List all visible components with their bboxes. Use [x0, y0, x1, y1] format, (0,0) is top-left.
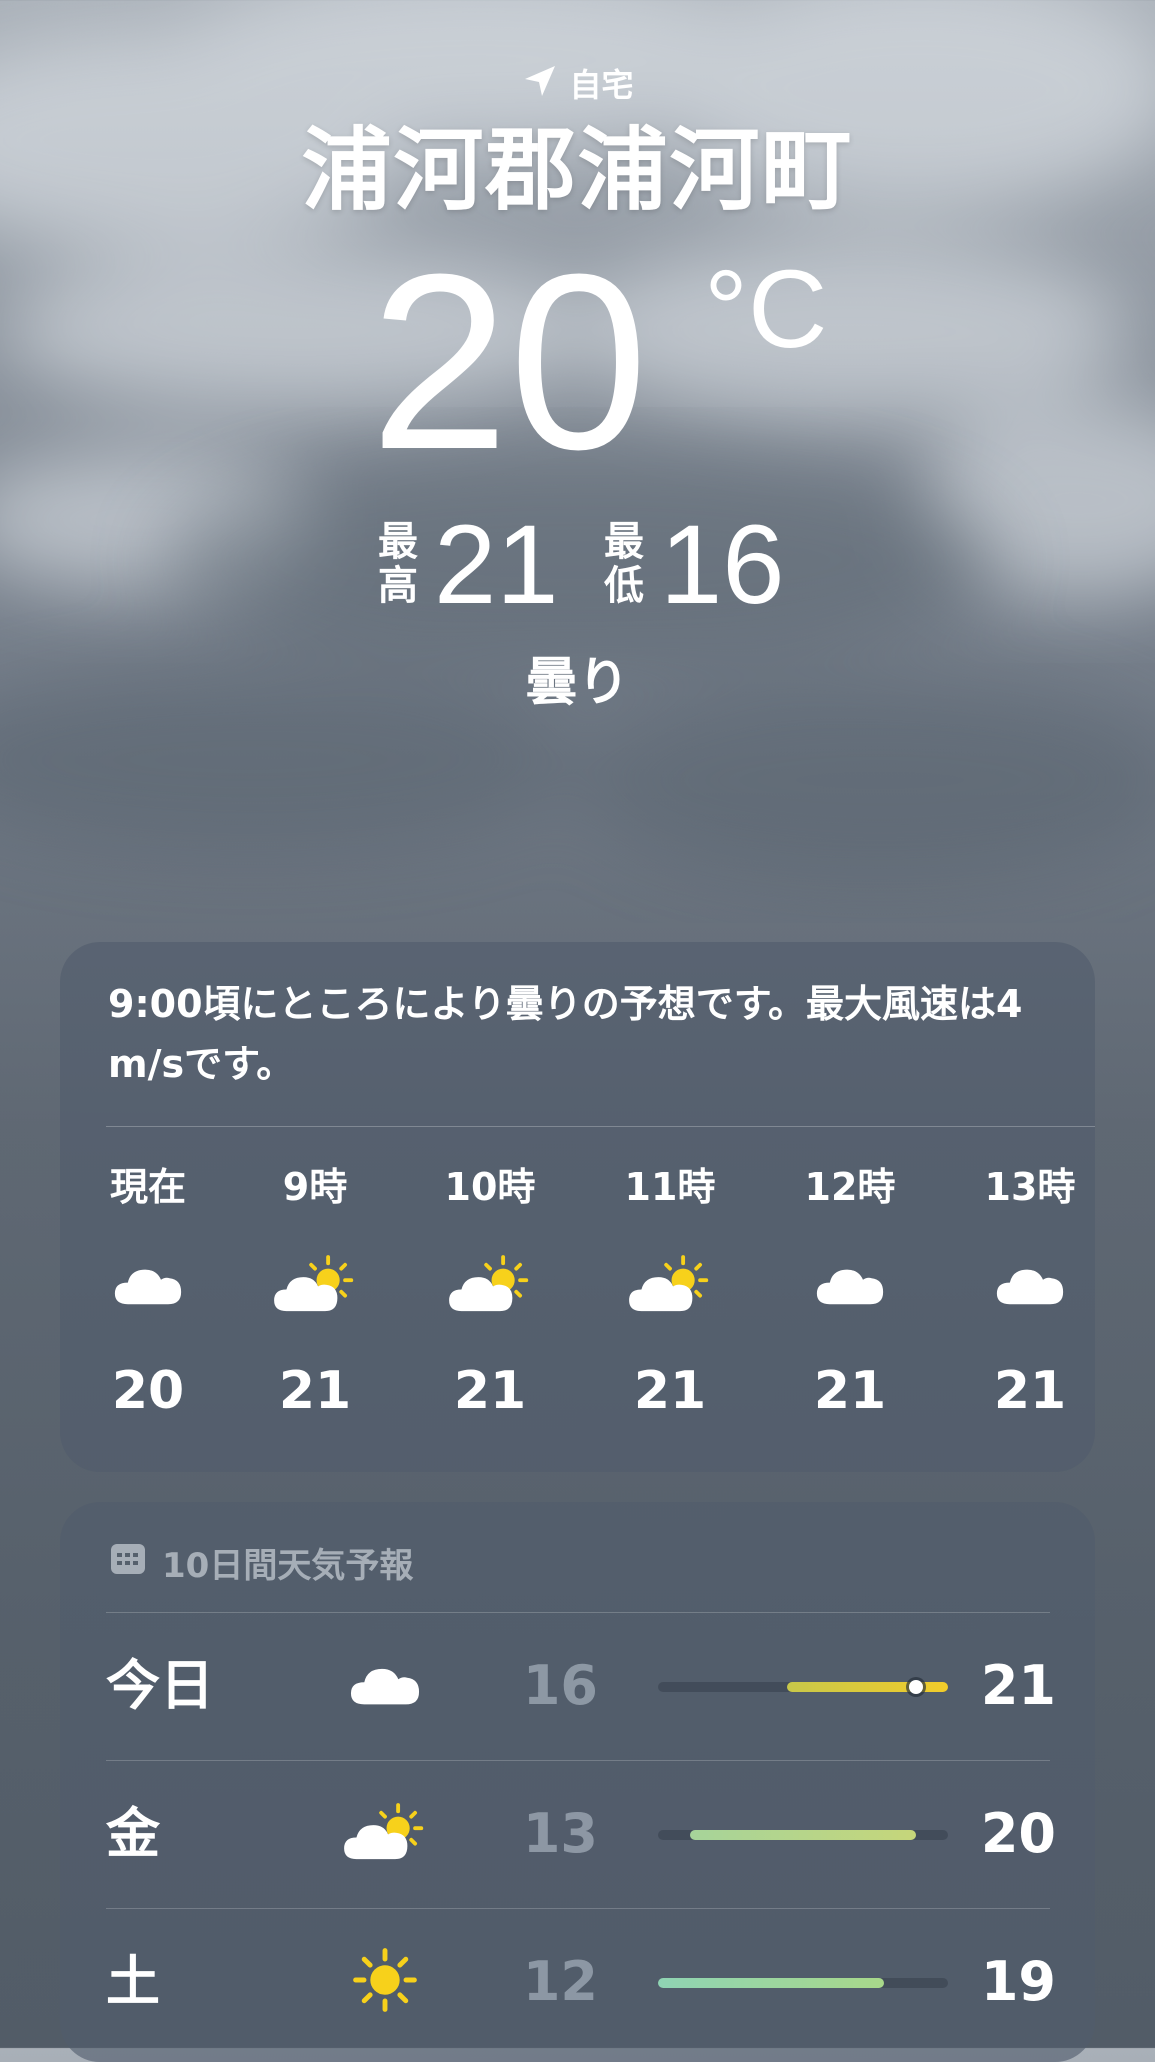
hourly-time: 9時 — [282, 1165, 348, 1209]
cloud-icon — [340, 1644, 430, 1724]
hourly-time: 11時 — [624, 1165, 716, 1209]
sun-icon — [340, 1940, 430, 2020]
forecast-row[interactable]: 土 12 19 — [106, 1908, 1056, 2056]
hourly-item: 10時 21 — [430, 1162, 550, 1426]
divider — [106, 1126, 1095, 1127]
current-temp-marker — [908, 1680, 923, 1694]
hourly-item: 11時 21 — [610, 1162, 730, 1426]
temperature-range-bar — [658, 1978, 948, 1988]
temperature-range-bar — [658, 1680, 948, 1694]
hourly-time: 12時 — [804, 1165, 896, 1209]
day-name: 今日 — [106, 1654, 214, 1717]
high-label: 最高 — [378, 519, 418, 609]
low-temperature: 16 — [660, 502, 785, 627]
low-label: 最低 — [604, 519, 644, 609]
day-name: 土 — [106, 1950, 160, 2013]
temperature-range-bar — [658, 1830, 948, 1840]
hourly-forecast-card[interactable]: 9:00頃にところにより曇りの予想です。最大風速は4 m/sです。 現在 20 9… — [60, 942, 1095, 1472]
temperature-unit: °C — [704, 248, 828, 371]
location-arrow-icon — [521, 61, 561, 105]
cloud-icon — [88, 1244, 208, 1324]
high-temperature: 21 — [434, 502, 559, 627]
hourly-summary: 9:00頃にところにより曇りの予想です。最大風速は4 m/sです。 — [108, 982, 1023, 1086]
hourly-item: 9時 21 — [255, 1162, 375, 1426]
hourly-temperature: 21 — [633, 1361, 707, 1421]
low-temperature: 16 — [522, 1654, 598, 1717]
partly-sunny-icon — [340, 1792, 430, 1872]
temperature-range-fill — [658, 1978, 884, 1988]
ten-day-title: 10日間天気予報 — [162, 1546, 414, 1586]
condition-text: 曇り — [525, 653, 630, 713]
ten-day-forecast-card[interactable]: 10日間天気予報 今日 16 21 金 13 20 土 12 19 — [60, 1502, 1095, 2062]
hourly-item: 12時 21 — [790, 1162, 910, 1426]
low-temperature: 13 — [522, 1802, 598, 1865]
hourly-item: 13時 21 — [970, 1162, 1090, 1426]
temperature-range-fill — [786, 1682, 948, 1692]
hourly-time: 10時 — [444, 1165, 536, 1209]
day-name: 金 — [106, 1802, 160, 1865]
hourly-time: 現在 — [109, 1165, 186, 1209]
high-temperature: 21 — [980, 1654, 1056, 1717]
low-temperature: 12 — [522, 1950, 598, 2013]
partly-sunny-icon — [255, 1244, 375, 1324]
current-temperature: 20 — [370, 222, 649, 501]
high-temperature: 19 — [980, 1950, 1056, 2013]
location-header: 自宅 浦河郡浦河町 — [0, 55, 1155, 231]
location-label: 自宅 — [569, 66, 634, 104]
current-temperature-block: 20 °C — [0, 232, 1155, 500]
ten-day-header: 10日間天気予報 — [108, 1538, 413, 1587]
cloud-icon — [970, 1244, 1090, 1324]
cloud-icon — [790, 1244, 910, 1324]
hourly-temperature: 21 — [278, 1361, 352, 1421]
high-temperature: 20 — [980, 1802, 1056, 1865]
hourly-time: 13時 — [984, 1165, 1076, 1209]
hourly-temperature: 21 — [813, 1361, 887, 1421]
calendar-icon — [108, 1538, 148, 1587]
hourly-item: 現在 20 — [88, 1162, 208, 1426]
location-label-row: 自宅 — [0, 55, 1155, 111]
hourly-temperature: 20 — [111, 1361, 185, 1421]
high-low-row: 最高 21 最低 16 — [0, 502, 1155, 627]
hourly-temperature: 21 — [453, 1361, 527, 1421]
temperature-range-fill — [690, 1830, 916, 1840]
forecast-row[interactable]: 今日 16 21 — [106, 1612, 1056, 1760]
forecast-row[interactable]: 金 13 20 — [106, 1760, 1056, 1908]
city-name: 浦河郡浦河町 — [301, 118, 854, 223]
partly-sunny-icon — [430, 1244, 550, 1324]
hourly-temperature: 21 — [993, 1361, 1067, 1421]
partly-sunny-icon — [610, 1244, 730, 1324]
